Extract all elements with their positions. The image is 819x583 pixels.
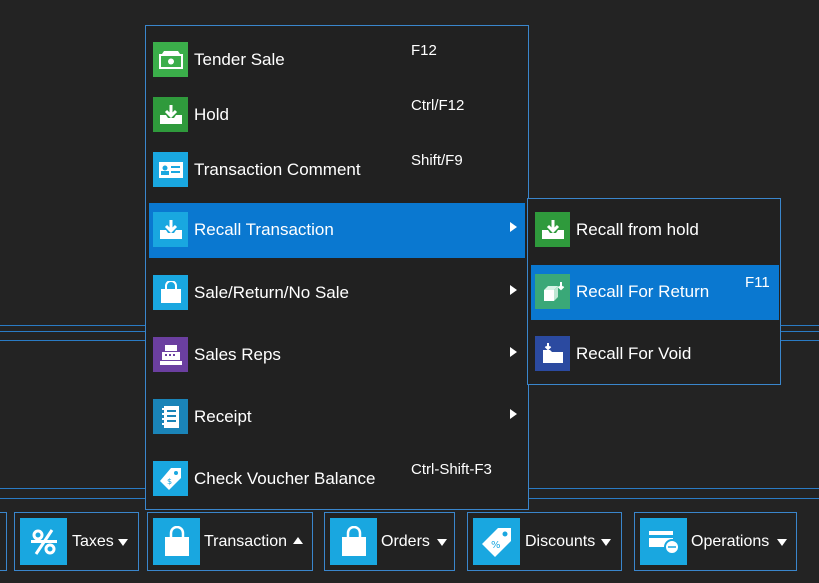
box-return-icon — [535, 274, 570, 309]
recall-transaction-submenu: Recall from hold Recall For Return F11 R… — [527, 198, 781, 385]
submenu-item-recall-for-void[interactable]: Recall For Void — [531, 327, 779, 382]
transaction-menu: Tender Sale F12 Hold Ctrl/F12 Transactio… — [145, 25, 529, 510]
menu-item-label: Sales Reps — [194, 345, 281, 364]
shopping-bag-icon — [153, 518, 200, 565]
tray-download-icon — [153, 212, 188, 247]
toolbar-button-label: Transaction — [204, 533, 287, 550]
toolbar-button-label: Taxes — [72, 533, 114, 550]
menu-item-label: Hold — [194, 105, 229, 124]
toolbar-button-label: Operations — [691, 533, 770, 550]
toolbar-button-label: Orders — [381, 533, 430, 550]
chevron-down-icon — [777, 539, 787, 546]
chevron-up-icon — [293, 537, 303, 544]
svg-text:%: % — [491, 540, 501, 551]
partial-left-button[interactable] — [0, 512, 7, 571]
menu-item-label: Recall Transaction — [194, 220, 334, 239]
transaction-button[interactable]: Transaction — [147, 512, 313, 571]
submenu-arrow-icon — [510, 347, 517, 357]
menu-item-shortcut: F12 — [411, 42, 437, 59]
tray-download-icon — [153, 97, 188, 132]
chevron-down-icon — [437, 539, 447, 546]
menu-item-label: Receipt — [194, 407, 252, 426]
menu-item-label: Sale/Return/No Sale — [194, 283, 349, 302]
menu-item-shortcut: Ctrl/F12 — [411, 97, 465, 114]
percent-icon — [20, 518, 67, 565]
menu-item-label: Tender Sale — [194, 50, 285, 69]
receipt-icon — [153, 399, 188, 434]
submenu-item-label: Recall For Return — [576, 282, 710, 301]
tray-download-icon — [535, 212, 570, 247]
id-card-icon — [153, 152, 188, 187]
menu-item-label: Check Voucher Balance — [194, 469, 376, 488]
menu-item-label: Transaction Comment — [194, 160, 361, 179]
submenu-item-shortcut: F11 — [745, 274, 770, 291]
menu-item-shortcut: Ctrl-Shift-F3 — [411, 461, 492, 478]
menu-item-shortcut: Shift/F9 — [411, 152, 463, 169]
menu-item-receipt[interactable]: Receipt — [149, 390, 525, 445]
menu-item-recall-transaction[interactable]: Recall Transaction — [149, 203, 525, 258]
menu-item-sale-return-no-sale[interactable]: Sale/Return/No Sale — [149, 266, 525, 321]
submenu-arrow-icon — [510, 285, 517, 295]
menu-item-sales-reps[interactable]: Sales Reps — [149, 328, 525, 383]
shopping-bag-icon — [330, 518, 377, 565]
chevron-down-icon — [118, 539, 128, 546]
discount-tag-icon: % — [473, 518, 520, 565]
toolbar-button-label: Discounts — [525, 533, 596, 550]
menu-item-hold[interactable]: Hold Ctrl/F12 — [149, 88, 525, 143]
cash-register-icon — [153, 337, 188, 372]
taxes-button[interactable]: Taxes — [14, 512, 139, 571]
cash-icon — [153, 42, 188, 77]
menu-item-tender-sale[interactable]: Tender Sale F12 — [149, 33, 525, 88]
submenu-arrow-icon — [510, 409, 517, 419]
shopping-bag-icon — [153, 275, 188, 310]
operations-button[interactable]: Operations — [634, 512, 797, 571]
menu-item-transaction-comment[interactable]: Transaction Comment Shift/F9 — [149, 143, 525, 198]
folder-download-icon — [535, 336, 570, 371]
submenu-arrow-icon — [510, 222, 517, 232]
chevron-down-icon — [601, 539, 611, 546]
voucher-tag-icon: $ — [153, 461, 188, 496]
card-coin-icon — [640, 518, 687, 565]
orders-button[interactable]: Orders — [324, 512, 455, 571]
menu-item-check-voucher-balance[interactable]: $ Check Voucher Balance Ctrl-Shift-F3 — [149, 452, 525, 507]
submenu-item-recall-for-return[interactable]: Recall For Return F11 — [531, 265, 779, 320]
submenu-item-recall-from-hold[interactable]: Recall from hold — [531, 203, 779, 258]
discounts-button[interactable]: % Discounts — [467, 512, 622, 571]
submenu-item-label: Recall For Void — [576, 344, 692, 363]
submenu-item-label: Recall from hold — [576, 220, 699, 239]
svg-text:$: $ — [167, 477, 172, 486]
